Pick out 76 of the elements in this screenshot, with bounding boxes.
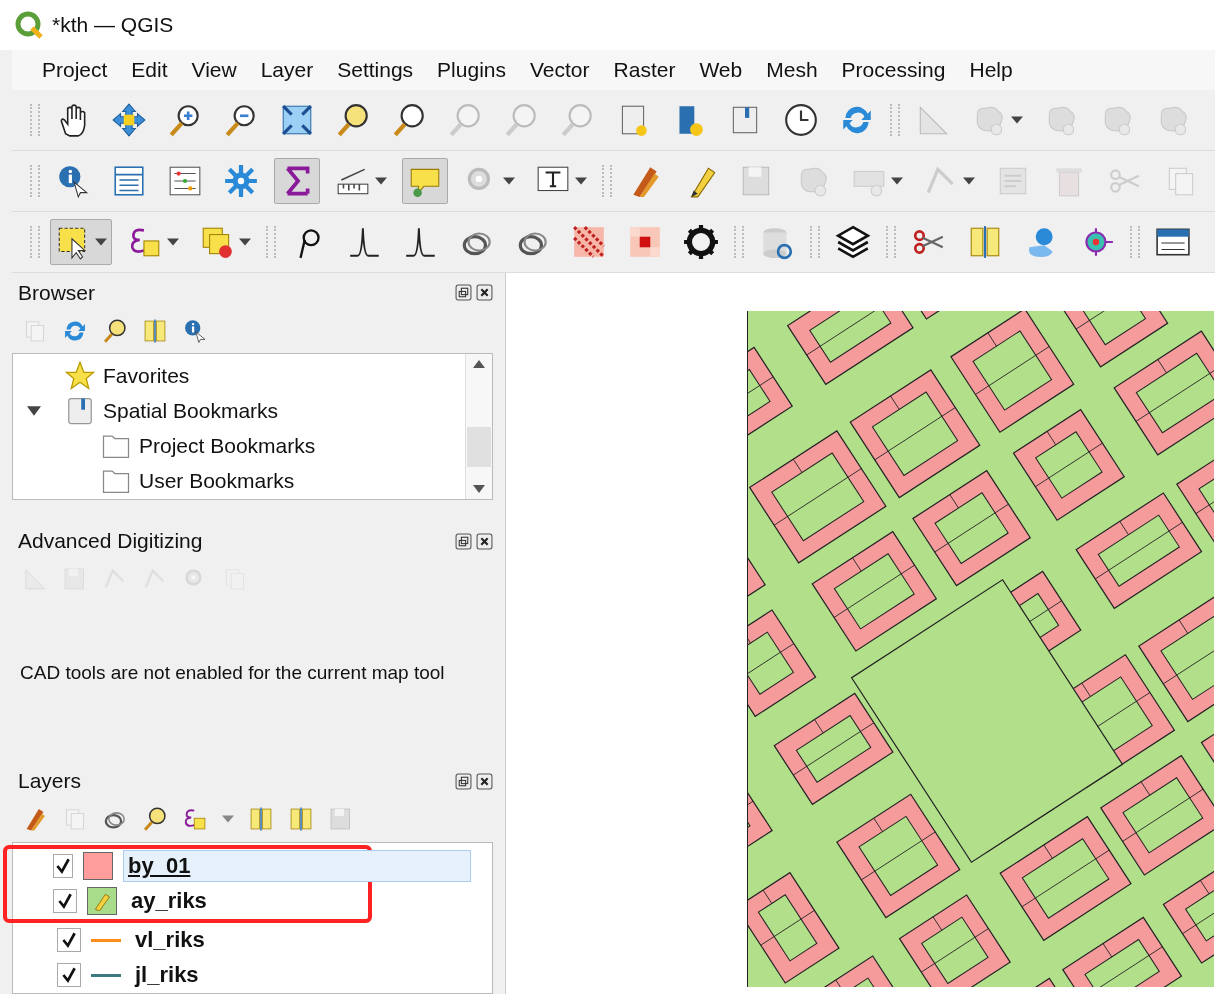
float-icon[interactable]: [455, 284, 472, 302]
table-icon[interactable]: [111, 163, 147, 199]
magnifier-icon[interactable]: [335, 102, 371, 138]
float-icon[interactable]: [455, 772, 472, 790]
toolbar-grip[interactable]: [30, 104, 40, 136]
panel-title: Advanced Digitizing: [18, 529, 203, 554]
checkbox[interactable]: [57, 928, 81, 953]
layer-name[interactable]: jl_riks: [131, 960, 203, 991]
dropdown-caret-icon[interactable]: [375, 177, 387, 185]
panel-title: Browser: [18, 280, 96, 305]
close-icon[interactable]: [476, 772, 493, 790]
menu-item[interactable]: Vector: [530, 58, 590, 82]
menu-item[interactable]: Plugins: [437, 58, 506, 82]
scroll-up-icon[interactable]: [472, 360, 486, 369]
dropdown-caret-icon[interactable]: [503, 177, 515, 185]
menu-item[interactable]: Project: [42, 58, 108, 82]
star-icon: [65, 360, 95, 391]
hatch-icon[interactable]: [571, 224, 607, 260]
toolbar-grip[interactable]: [734, 226, 744, 258]
scroll-down-icon[interactable]: [472, 485, 486, 493]
book-icon: [65, 395, 95, 426]
layers-icon[interactable]: [835, 224, 871, 260]
menu-item[interactable]: Raster: [613, 58, 676, 82]
checkbox[interactable]: [53, 889, 77, 914]
window-title: *kth — QGIS: [52, 13, 174, 37]
menu-item[interactable]: Web: [699, 58, 743, 82]
menu-item[interactable]: Layer: [260, 58, 314, 82]
float-icon[interactable]: [455, 532, 472, 550]
gear-icon[interactable]: [223, 163, 259, 199]
layer-name[interactable]: vl_riks: [131, 925, 209, 956]
tree-item[interactable]: User Bookmarks: [139, 468, 295, 493]
menu-item[interactable]: Mesh: [766, 58, 818, 82]
panel-title: Layers: [18, 769, 82, 794]
menu-item[interactable]: View: [191, 58, 237, 82]
menu-item[interactable]: Edit: [131, 58, 168, 82]
cog-icon[interactable]: [683, 224, 719, 260]
dropdown-caret-icon[interactable]: [167, 238, 179, 246]
scroll-thumb[interactable]: [467, 426, 491, 467]
info-icon[interactable]: [182, 317, 208, 344]
layer-name[interactable]: by_01: [123, 850, 472, 883]
toolbar-grip[interactable]: [266, 226, 276, 258]
toolbar-grip[interactable]: [30, 226, 40, 258]
toolbar-grip[interactable]: [890, 104, 900, 136]
toolbar-grip[interactable]: [1130, 226, 1140, 258]
qgis-logo-icon: [14, 10, 44, 40]
dropdown-caret-icon[interactable]: [239, 238, 251, 246]
layer-name[interactable]: ay_riks: [127, 886, 211, 917]
dropdown-caret-icon[interactable]: [891, 177, 903, 185]
close-icon[interactable]: [476, 532, 493, 550]
close-icon[interactable]: [476, 284, 493, 302]
magnifier-icon[interactable]: [391, 102, 427, 138]
clock-icon[interactable]: [783, 102, 819, 138]
toolbar-grip[interactable]: [602, 165, 612, 197]
toolbar-grip[interactable]: [30, 165, 40, 197]
status-message: CAD tools are not enabled for the current map tool: [19, 660, 446, 685]
toolbar-grip[interactable]: [810, 226, 820, 258]
tree-item[interactable]: Spatial Bookmarks: [103, 398, 279, 423]
toolbar-grip[interactable]: [886, 226, 896, 258]
pan-arrows-icon[interactable]: [111, 102, 147, 138]
checkbox[interactable]: [53, 854, 73, 879]
dropdown-caret-icon[interactable]: [1011, 116, 1023, 124]
tree-item[interactable]: Favorites: [103, 363, 190, 388]
menu-item[interactable]: Settings: [337, 58, 414, 82]
expand-arrow-icon[interactable]: [27, 405, 41, 416]
dropdown-caret-icon[interactable]: [963, 177, 975, 185]
dropdown-caret-icon[interactable]: [95, 238, 107, 246]
dropdown-caret-icon[interactable]: [575, 177, 587, 185]
menu-item[interactable]: Processing: [841, 58, 946, 82]
map-drawing[interactable]: [747, 311, 1214, 987]
menu-item[interactable]: Help: [969, 58, 1013, 82]
zoom-extent-icon[interactable]: [279, 102, 315, 138]
grid-icon[interactable]: [627, 224, 663, 260]
scrollbar[interactable]: [465, 354, 492, 499]
checkbox[interactable]: [57, 963, 81, 988]
epsilon-icon[interactable]: [182, 806, 208, 833]
tree-item[interactable]: Project Bookmarks: [139, 433, 316, 458]
